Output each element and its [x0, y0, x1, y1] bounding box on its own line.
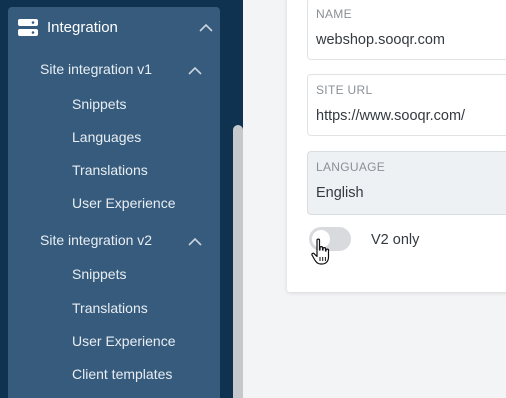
name-field-value[interactable]: webshop.sooqr.com [316, 32, 445, 48]
nav-group-label: Integration [47, 19, 118, 36]
nav-item-translations-v2[interactable]: Translations [8, 294, 220, 322]
language-field[interactable]: LANGUAGE English [307, 151, 506, 215]
nav-group-integration[interactable]: Integration [8, 7, 220, 49]
nav-panel: Integration Site integration v1 Snippets… [8, 7, 220, 398]
chevron-up-icon[interactable] [199, 23, 213, 33]
nav-item-snippets-v1[interactable]: Snippets [8, 90, 220, 118]
nav-item-label: Translations [72, 162, 148, 178]
site-url-field-label: SITE URL [316, 83, 373, 97]
nav-section-label: Site integration v1 [40, 61, 153, 77]
language-field-value[interactable]: English [316, 185, 364, 201]
name-field-label: NAME [316, 7, 352, 21]
nav-item-label: Languages [72, 129, 142, 145]
nav-item-user-experience-v1[interactable]: User Experience [8, 189, 220, 217]
nav-item-label: Client templates [72, 366, 173, 382]
nav-item-label: User Experience [72, 333, 176, 349]
nav-item-label: Snippets [72, 266, 127, 282]
site-url-field-value[interactable]: https://www.sooqr.com/ [316, 108, 465, 124]
site-url-field[interactable]: SITE URL https://www.sooqr.com/ [307, 74, 506, 136]
nav-item-snippets-v2[interactable]: Snippets [8, 260, 220, 288]
nav-item-user-experience-v2[interactable]: User Experience [8, 327, 220, 355]
language-field-label: LANGUAGE [316, 160, 386, 174]
nav-section-site-integration-v2[interactable]: Site integration v2 [8, 227, 220, 255]
v2-only-toggle-label: V2 only [371, 232, 420, 248]
nav-item-label: Translations [72, 300, 148, 316]
nav-item-label: User Experience [72, 195, 176, 211]
server-icon [18, 19, 38, 37]
chevron-up-icon[interactable] [188, 66, 202, 76]
chevron-up-icon[interactable] [188, 237, 202, 247]
name-field[interactable]: NAME webshop.sooqr.com [307, 0, 506, 60]
nav-item-client-templates-v2[interactable]: Client templates [8, 360, 220, 388]
sidebar-scrollbar-thumb[interactable] [233, 125, 243, 398]
nav-section-label: Site integration v2 [40, 232, 153, 248]
hand-cursor-icon [311, 238, 333, 266]
nav-section-site-integration-v1[interactable]: Site integration v1 [8, 56, 220, 84]
nav-item-label: Snippets [72, 96, 127, 112]
nav-item-translations-v1[interactable]: Translations [8, 156, 220, 184]
nav-item-languages-v1[interactable]: Languages [8, 123, 220, 151]
